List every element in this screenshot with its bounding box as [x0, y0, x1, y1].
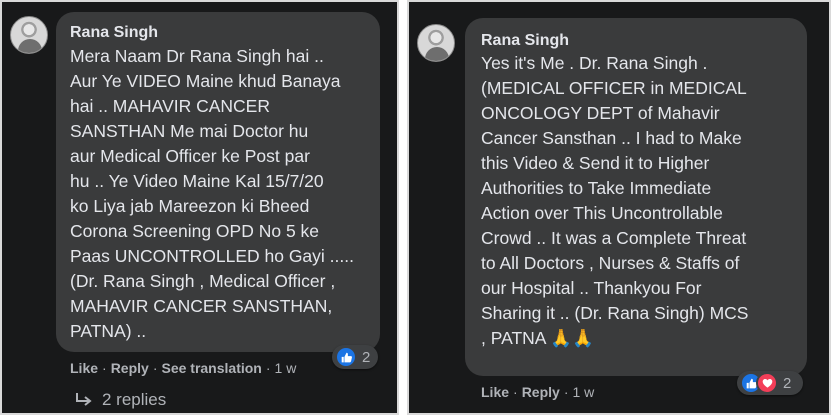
- comment-timestamp[interactable]: 1 w: [275, 360, 297, 376]
- reaction-summary[interactable]: 2: [737, 371, 803, 395]
- reply-arrow-icon: [76, 393, 92, 406]
- separator-dot: ·: [563, 384, 569, 400]
- comment-text: Yes it's Me . Dr. Rana Singh . (MEDICAL …: [481, 53, 749, 348]
- comment-author[interactable]: Rana Singh: [70, 24, 158, 42]
- separator-dot: ·: [102, 360, 107, 376]
- view-replies-link[interactable]: 2 replies: [74, 390, 166, 410]
- like-icon: [335, 346, 357, 368]
- like-button[interactable]: Like: [481, 384, 509, 400]
- reaction-count: 2: [783, 374, 792, 392]
- avatar[interactable]: [10, 16, 48, 54]
- comment-timestamp[interactable]: 1 w: [572, 384, 594, 400]
- like-button[interactable]: Like: [70, 360, 98, 376]
- reaction-summary[interactable]: 2: [332, 345, 378, 369]
- comment-panel-left: Rana Singh Mera Naam Dr Rana Singh hai .…: [0, 0, 399, 415]
- comment-text: Mera Naam Dr Rana Singh hai .. Aur Ye VI…: [70, 46, 354, 341]
- love-icon: [756, 372, 778, 394]
- separator-dot: ·: [513, 384, 518, 400]
- see-translation-button[interactable]: See translation: [161, 360, 261, 376]
- replies-count-label: 2 replies: [102, 390, 167, 409]
- comment-panel-right: Rana Singh Yes it's Me . Dr. Rana Singh …: [407, 0, 831, 415]
- separator-dot: ·: [265, 360, 271, 376]
- avatar[interactable]: [417, 24, 455, 62]
- comment-author[interactable]: Rana Singh: [481, 32, 569, 50]
- reaction-count: 2: [362, 348, 371, 366]
- separator-dot: ·: [152, 360, 158, 376]
- comment-actions: Like · Reply · See translation · 1 w: [70, 360, 296, 376]
- reply-button[interactable]: Reply: [111, 360, 149, 376]
- reply-button[interactable]: Reply: [522, 384, 560, 400]
- comment-actions: Like · Reply · 1 w: [481, 384, 594, 400]
